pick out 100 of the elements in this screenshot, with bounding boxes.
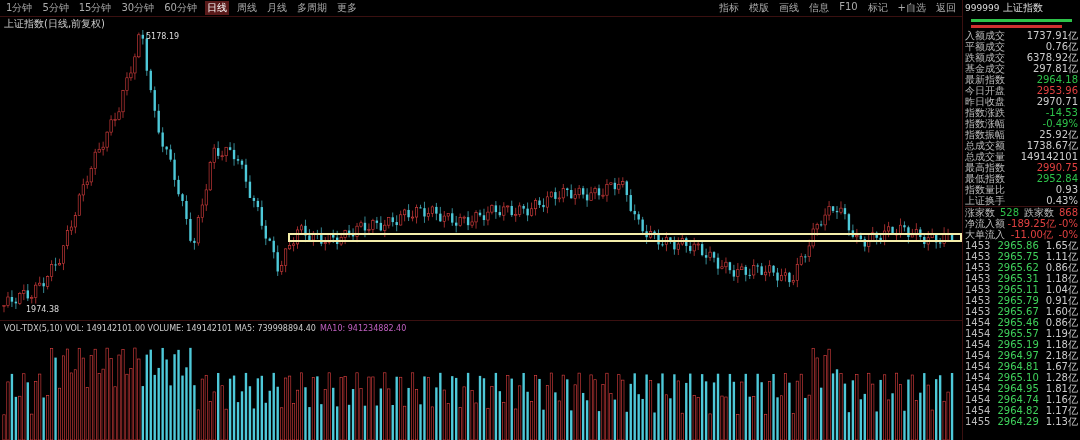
period-tab[interactable]: 日线: [204, 1, 229, 15]
stat-label: 净流入额: [965, 218, 1005, 229]
stat-value: 2952.84: [1036, 173, 1078, 184]
stat-value: 1737.91亿: [1026, 30, 1078, 41]
stat-value: 2970.71: [1036, 96, 1078, 107]
tick-price: 2965.11: [997, 284, 1039, 295]
tick-time: 1453: [965, 240, 991, 251]
tick-time: 1453: [965, 273, 991, 284]
period-tab[interactable]: 多周期: [294, 1, 329, 15]
tick-time: 1454: [965, 372, 991, 383]
tick-price: 2965.10: [997, 372, 1039, 383]
tick-price: 2964.97: [997, 350, 1039, 361]
tick-price: 2964.82: [997, 405, 1039, 416]
tick-time: 1454: [965, 361, 991, 372]
tick-volume: 1.28亿: [1045, 372, 1078, 383]
tick-time: 1454: [965, 328, 991, 339]
toolbar-button[interactable]: 标记: [865, 1, 890, 15]
tick-price: 2964.81: [997, 361, 1039, 372]
stat-label: 跌额成交: [965, 52, 1005, 63]
stat-label: 总成交额: [965, 140, 1005, 151]
tick-price: 2965.67: [997, 306, 1039, 317]
stat-label: 最新指数: [965, 74, 1005, 85]
tick-price: 2965.75: [997, 251, 1039, 262]
period-tab[interactable]: 更多: [334, 1, 359, 15]
tick-price: 2964.29: [997, 416, 1039, 427]
stat-value: 297.81亿: [1033, 63, 1078, 74]
tick-price: 2965.31: [997, 273, 1039, 284]
volume-indicator-header: VOL-TDX(5,10) VOL: 149142101.00 VOLUME: 149142101 MA5: 739998894.40: [4, 323, 316, 333]
toolbar-button[interactable]: F10: [837, 1, 860, 15]
tick-time: 1454: [965, 383, 991, 394]
toolbar-button[interactable]: 模版: [747, 1, 772, 15]
period-tab[interactable]: 15分钟: [76, 1, 114, 15]
tick-price: 2965.46: [997, 317, 1039, 328]
stat-value: 0.93: [1055, 184, 1078, 195]
tick-time: 1455: [965, 416, 991, 427]
stat-label: 指数涨跌: [965, 107, 1005, 118]
stat-value: -0%: [1058, 218, 1078, 229]
stat-value: -14.53: [1045, 107, 1078, 118]
stat-value: -0%: [1058, 229, 1078, 240]
stat-label: 基金成交: [965, 63, 1005, 74]
period-tab[interactable]: 60分钟: [162, 1, 199, 15]
stat-value: 528: [999, 207, 1020, 218]
tick-volume: 1.65亿: [1045, 240, 1078, 251]
tick-price: 2965.19: [997, 339, 1039, 350]
stat-label: 今日开盘: [965, 85, 1005, 96]
tick-volume: 1.60亿: [1045, 306, 1078, 317]
stat-label: 昨日收盘: [965, 96, 1005, 107]
stat-value: 2990.75: [1036, 162, 1078, 173]
tick-time: 1454: [965, 405, 991, 416]
tick-volume: 0.86亿: [1045, 262, 1078, 273]
stat-value: 149142101: [1020, 151, 1078, 162]
tick-price: 2965.62: [997, 262, 1039, 273]
stat-label: 入额成交: [965, 30, 1005, 41]
tick-price: 2965.79: [997, 295, 1039, 306]
tick-time: 1454: [965, 350, 991, 361]
tick-time: 1453: [965, 284, 991, 295]
period-tab[interactable]: 月线: [264, 1, 289, 15]
tick-volume: 1.16亿: [1045, 394, 1078, 405]
tick-time: 1454: [965, 394, 991, 405]
period-tab[interactable]: 30分钟: [119, 1, 157, 15]
toolbar-button[interactable]: +自选: [895, 1, 928, 15]
tick-volume: 1.04亿: [1045, 284, 1078, 295]
stat-value: -189.25亿: [1007, 218, 1057, 229]
stat-label: 最高指数: [965, 162, 1005, 173]
stat-label: 指数量比: [965, 184, 1005, 195]
volume-ma-label: MA10: 941234882.40: [319, 323, 407, 333]
tick-price: 2965.57: [997, 328, 1039, 339]
toolbar-button[interactable]: 指标: [717, 1, 742, 15]
tick-volume: 1.18亿: [1045, 339, 1078, 350]
tick-volume: 1.19亿: [1045, 328, 1078, 339]
stat-value: -11.00亿: [1010, 229, 1053, 240]
tick-price: 2965.86: [997, 240, 1039, 251]
stat-label: 跌家数: [1023, 207, 1054, 218]
stat-label: 总成交量: [965, 151, 1005, 162]
toolbar-button[interactable]: 信息: [807, 1, 832, 15]
stat-label: 大单流入: [965, 229, 1005, 240]
tick-volume: 1.18亿: [1045, 273, 1078, 284]
stat-label: 上证换手: [965, 195, 1005, 206]
stat-value: 2964.18: [1036, 74, 1078, 85]
period-tab[interactable]: 1分钟: [4, 1, 35, 15]
tick-price: 2964.74: [997, 394, 1039, 405]
period-tab[interactable]: 5分钟: [40, 1, 71, 15]
tick-time: 1453: [965, 306, 991, 317]
stat-value: 0.76亿: [1045, 41, 1078, 52]
tick-volume: 1.67亿: [1045, 361, 1078, 372]
stat-value: 2953.96: [1036, 85, 1078, 96]
toolbar-button[interactable]: 返回: [934, 1, 958, 15]
stock-code: 999999: [965, 3, 1000, 13]
low-price-label: 1974.38: [26, 305, 60, 314]
stat-label: 指数涨幅: [965, 118, 1005, 129]
tick-time: 1454: [965, 317, 991, 328]
stat-label: 指数振幅: [965, 129, 1005, 140]
period-tab[interactable]: 周线: [234, 1, 259, 15]
tick-volume: 1.11亿: [1045, 251, 1078, 262]
toolbar-button[interactable]: 画线: [777, 1, 802, 15]
tick-time: 1453: [965, 295, 991, 306]
stat-label: 平额成交: [965, 41, 1005, 52]
tick-volume: 1.17亿: [1045, 405, 1078, 416]
stat-value: 6378.92亿: [1026, 52, 1078, 63]
stat-value: -0.49%: [1042, 118, 1078, 129]
